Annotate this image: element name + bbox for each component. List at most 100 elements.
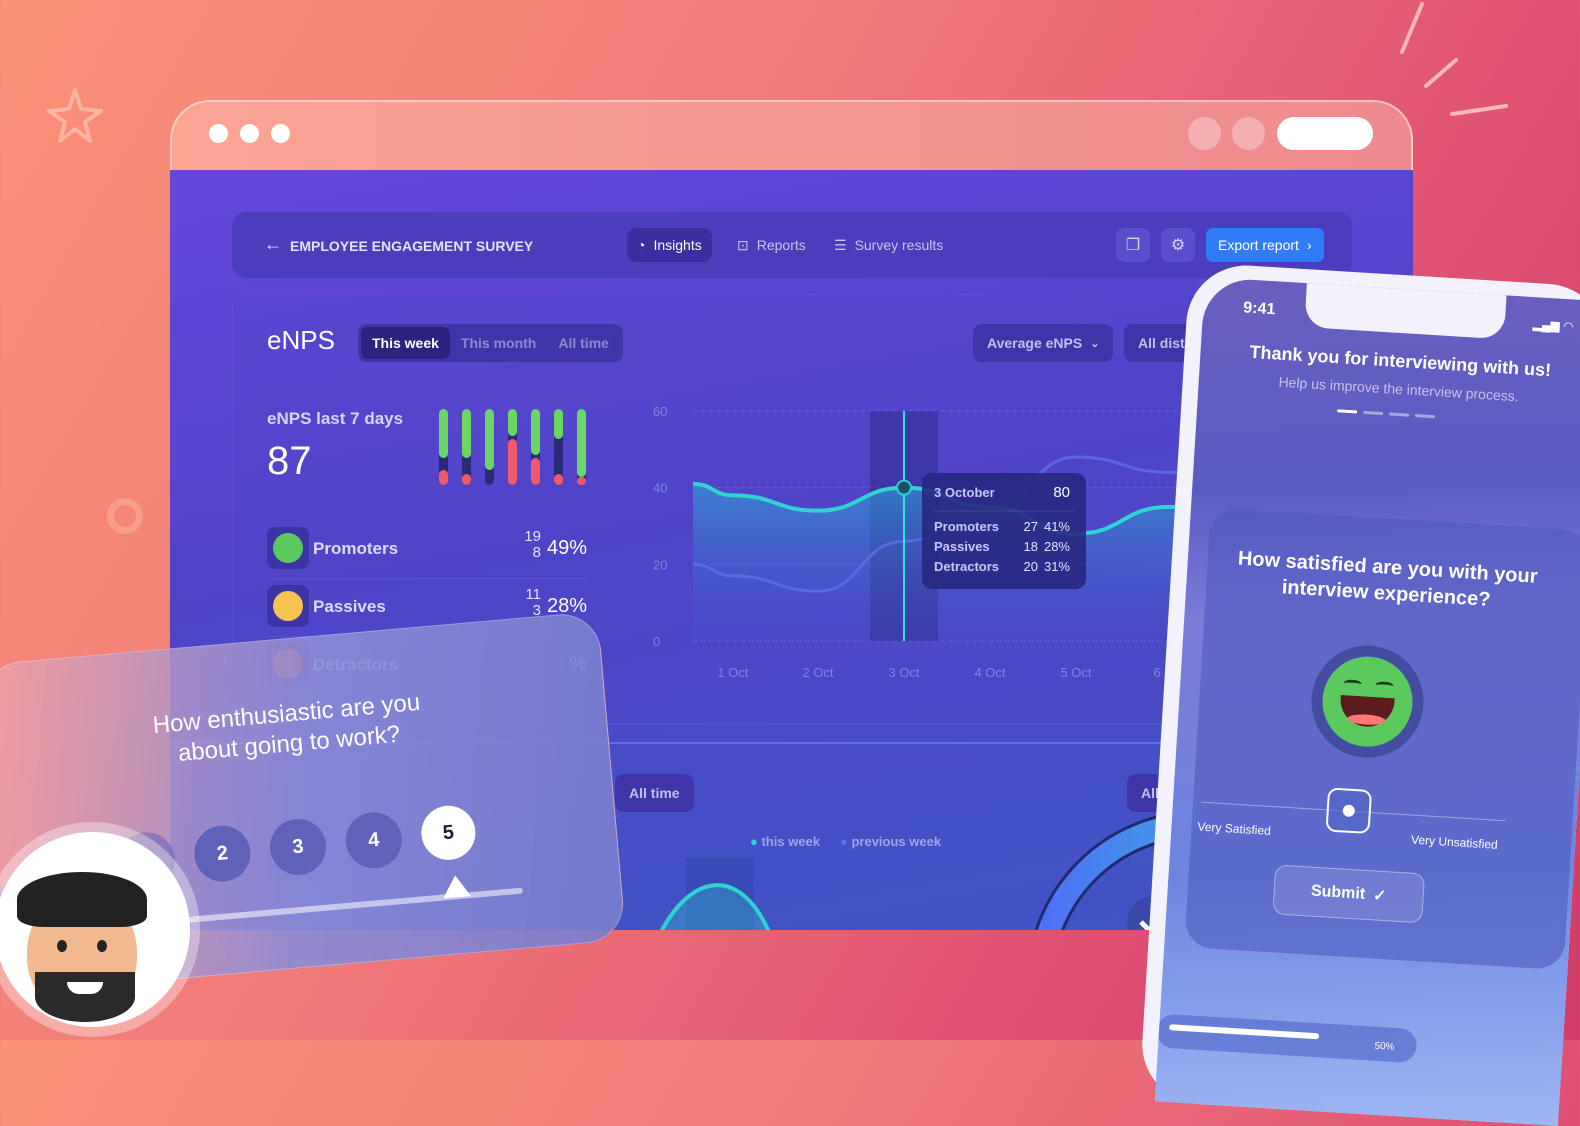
phone-screen: 9:41 ▂▄▆ ◠ Thank you for interviewing wi… [1154, 276, 1580, 1126]
tooltip-row-count: 27 [1024, 519, 1038, 534]
left-label: Very Satisfied [1197, 819, 1272, 838]
second-legend: ● this week ● previous week [750, 834, 941, 849]
mini-bar-promoter [531, 409, 540, 455]
weekly-mini-chart [659, 858, 771, 930]
y-tick-label: 20 [653, 557, 667, 572]
happy-face-icon [1319, 653, 1416, 750]
browser-titlebar [170, 100, 1413, 172]
slider-handle[interactable] [441, 874, 472, 899]
chevron-right-icon: › [1306, 237, 1312, 253]
enps-last7-label: eNPS last 7 days [267, 409, 404, 428]
emoji-halo [1308, 642, 1427, 761]
emoji-badge [267, 527, 309, 569]
tab-insights[interactable]: ◔ Insights [627, 228, 712, 262]
ring-doodle-icon [107, 498, 143, 534]
pie-chart-icon: ◔ [637, 237, 646, 253]
option-2[interactable]: 2 [192, 823, 253, 884]
mini-bar-promoter [485, 409, 494, 470]
line-chart-icon: ⊡ [737, 236, 749, 253]
period-all-time[interactable]: All time [547, 327, 620, 359]
tooltip-row-label: Promoters [934, 519, 999, 534]
emoji-badge [267, 585, 309, 627]
enps-last7-value: 87 [267, 439, 312, 483]
top-nav: ← EMPLOYEE ENGAGEMENT SURVEY ◔ Insights ⊡… [232, 212, 1352, 278]
mini-bar-promoter [577, 409, 586, 478]
period-all-time-button[interactable]: All time [615, 774, 694, 812]
x-tick-label: 5 Oct [1060, 665, 1091, 680]
option-3[interactable]: 3 [267, 816, 329, 878]
tooltip-row-count: 20 [1024, 559, 1038, 574]
tooltip-row-label: Detractors [934, 559, 999, 574]
tooltip-row-pct: 41% [1044, 519, 1070, 534]
progress-bar: 50% [1155, 1013, 1418, 1064]
titlebar-circle [1188, 117, 1221, 150]
x-tick-label: 3 Oct [888, 665, 919, 680]
hover-point [896, 479, 912, 496]
tooltip-row-count: 18 [1024, 539, 1038, 554]
period-toggle: This week This month All time [358, 324, 623, 362]
copy-button[interactable]: ❐ [1116, 228, 1150, 262]
period-this-month[interactable]: This month [450, 327, 547, 359]
tab-survey-results[interactable]: ☰ Survey results [824, 228, 953, 262]
avatar-ring [0, 822, 200, 1037]
right-label: Very Unsatisfied [1410, 832, 1499, 852]
tab-reports[interactable]: ⊡ Reports [727, 228, 816, 262]
option-4[interactable]: 4 [343, 810, 405, 871]
mini-bar-promoter [508, 409, 517, 436]
segment-label: Passives [313, 597, 386, 616]
step-indicator [1337, 409, 1436, 419]
tooltip-row-label: Passives [934, 539, 990, 554]
mini-bar-promoter [462, 409, 471, 459]
segment-counts: 11 3 [525, 586, 541, 619]
star-doodle-icon [47, 88, 103, 143]
check-icon: ✓ [1372, 887, 1387, 906]
segment-label: Promoters [313, 539, 399, 558]
phone-question: How satisfied are you with your intervie… [1237, 547, 1539, 611]
option-5-selected[interactable]: 5 [419, 803, 478, 863]
y-tick-label: 40 [653, 481, 667, 496]
gear-icon: ⚙ [1170, 237, 1186, 254]
face-icon [273, 533, 303, 563]
phone-mockup: 9:41 ▂▄▆ ◠ Thank you for interviewing wi… [1138, 262, 1580, 1126]
tooltip-row-pct: 31% [1044, 559, 1070, 574]
segment-percent: 49% [546, 537, 587, 559]
data-point [1167, 504, 1171, 509]
submit-button[interactable]: Submit ✓ [1272, 864, 1426, 924]
segment-row-promoters: Promoters 19 8 49% [267, 527, 587, 579]
back-arrow-icon[interactable]: ← [264, 234, 282, 255]
avatar [0, 832, 190, 1027]
mini-bar-detractor [439, 469, 448, 485]
list-check-icon: ☰ [834, 236, 847, 253]
metric-select[interactable]: Average eNPS ⌄ [973, 324, 1114, 362]
export-report-button[interactable]: Export report › [1206, 228, 1324, 262]
mini-bar-promoter [554, 409, 563, 440]
progress-label: 50% [1374, 1040, 1395, 1053]
rating-slider[interactable] [183, 887, 523, 924]
tooltip-row-pct: 28% [1044, 539, 1070, 554]
period-this-week[interactable]: This week [361, 327, 450, 359]
settings-button[interactable]: ⚙ [1161, 228, 1195, 262]
enps-title: eNPS [267, 325, 335, 355]
mini-bar-detractor [531, 458, 540, 485]
progress-fill [1169, 1024, 1320, 1040]
tooltip-title: 3 October [934, 485, 995, 500]
slider-thumb[interactable] [1325, 787, 1373, 835]
legend-previous-week: ● previous week [840, 834, 942, 849]
y-tick-label: 60 [653, 404, 667, 419]
x-tick-label: 4 Oct [974, 665, 1005, 680]
phone-notch [1304, 279, 1507, 340]
mini-bar-promoter [439, 409, 448, 459]
segment-counts: 19 8 [524, 528, 541, 561]
question-text: How enthusiastic are you about going to … [151, 688, 422, 768]
window-close-button[interactable] [209, 124, 228, 143]
y-tick-label: 0 [653, 634, 660, 649]
titlebar-circle [1232, 117, 1265, 150]
x-tick-label: 1 Oct [717, 665, 748, 680]
signal-wifi-icon: ▂▄▆ ◠ [1532, 317, 1574, 334]
chevron-down-icon: ⌄ [1090, 337, 1100, 350]
titlebar-pill [1277, 117, 1373, 150]
window-minimize-button[interactable] [240, 124, 259, 143]
survey-title: EMPLOYEE ENGAGEMENT SURVEY [290, 238, 534, 254]
window-maximize-button[interactable] [271, 124, 290, 143]
x-tick-label: 2 Oct [802, 665, 833, 680]
